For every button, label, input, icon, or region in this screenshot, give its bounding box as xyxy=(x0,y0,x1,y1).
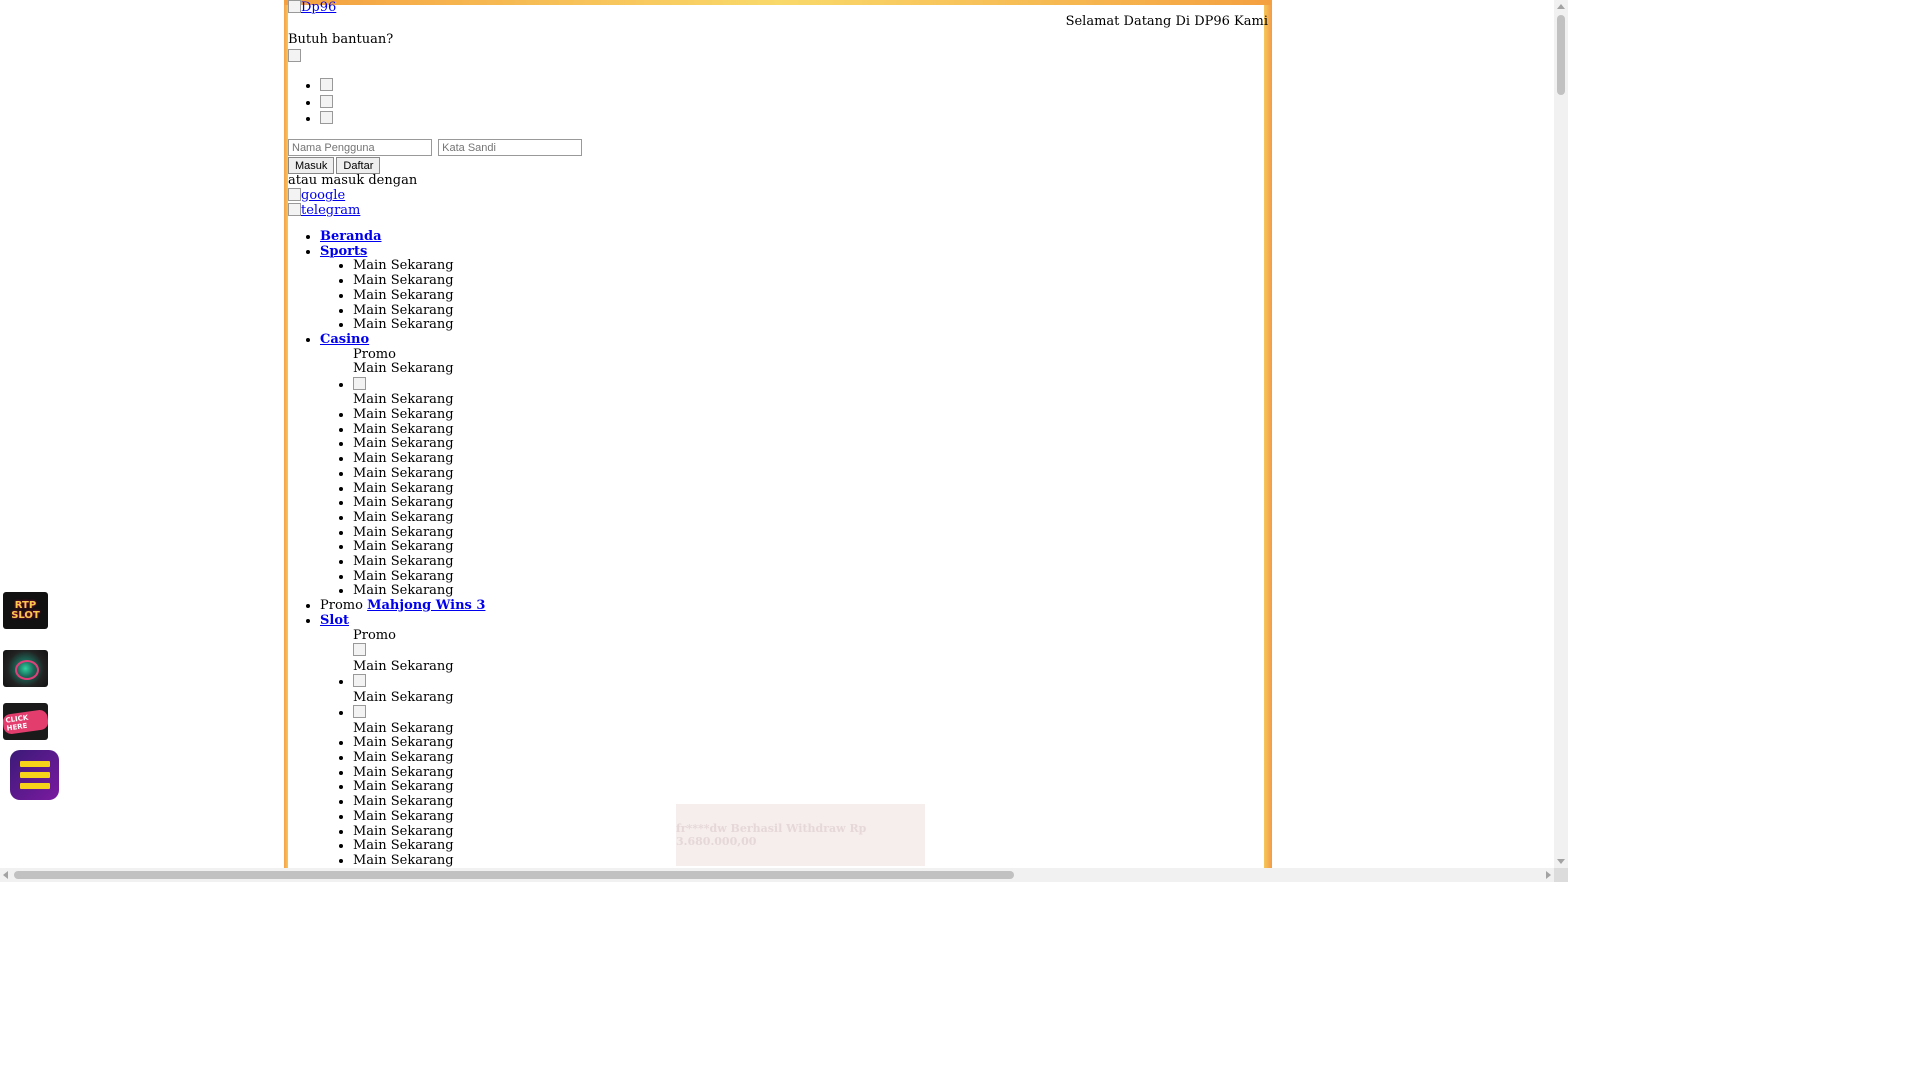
play-now-item[interactable]: Main Sekarang xyxy=(353,540,1260,555)
scroll-up-arrow-icon[interactable] xyxy=(1557,4,1565,9)
login-button[interactable]: Masuk xyxy=(288,157,335,174)
google-label: google xyxy=(301,188,346,203)
play-now-item[interactable]: Main Sekarang xyxy=(353,584,1260,599)
social-item[interactable] xyxy=(320,111,333,128)
play-now-item[interactable]: Main Sekarang xyxy=(353,569,1260,585)
promo-label: Promo xyxy=(353,627,396,643)
menu-item-casino: Casino Promo Main Sekarang Main Sekarang… xyxy=(320,332,1260,600)
play-now-item[interactable]: Main Sekarang xyxy=(353,721,1260,737)
main-menu: Beranda Sports Main Sekarang Main Sekara… xyxy=(288,229,1260,869)
play-now-item[interactable]: Main Sekarang xyxy=(353,765,1260,781)
register-button[interactable]: Daftar xyxy=(336,157,381,174)
social-links xyxy=(320,78,333,128)
withdraw-notification: fr****dw Berhasil Withdraw Rp 3.680.000,… xyxy=(676,804,925,866)
social-item[interactable] xyxy=(320,78,333,95)
play-now-item[interactable]: Main Sekarang xyxy=(353,780,1260,795)
play-now-item[interactable]: Main Sekarang xyxy=(353,451,1260,467)
broken-image-icon xyxy=(320,111,333,124)
menu-item-beranda: Beranda xyxy=(320,229,1260,245)
telegram-label: telegram xyxy=(301,203,361,218)
sports-submenu: Main Sekarang Main Sekarang Main Sekaran… xyxy=(320,259,1260,333)
play-now-item[interactable]: Main Sekarang xyxy=(353,437,1260,452)
play-now-item[interactable]: Main Sekarang xyxy=(353,510,1260,526)
page-frame-top xyxy=(284,0,1272,5)
login-form xyxy=(288,139,584,156)
play-now-item[interactable]: Main Sekarang xyxy=(353,422,1260,438)
broken-image-icon xyxy=(353,377,366,391)
telegram-login-link[interactable]: telegram xyxy=(288,203,360,219)
telegram-icon xyxy=(288,203,301,216)
game-thumb-item[interactable] xyxy=(353,674,1260,690)
scroll-down-arrow-icon[interactable] xyxy=(1557,859,1565,864)
scrollbar-corner xyxy=(1554,868,1568,882)
scroll-left-arrow-icon[interactable] xyxy=(3,871,8,879)
promo-label: Promo xyxy=(353,346,396,362)
horizontal-scrollbar[interactable] xyxy=(0,868,1554,882)
rtp-slot-icon[interactable]: RTP SLOT xyxy=(3,592,48,629)
help-image xyxy=(288,49,301,65)
casino-submenu: Promo Main Sekarang Main Sekarang Main S… xyxy=(320,346,1260,600)
click-here-label: CLICK HERE xyxy=(3,708,48,735)
horizontal-scroll-thumb[interactable] xyxy=(14,871,1014,879)
play-now-item[interactable]: Main Sekarang xyxy=(353,690,1260,706)
play-now-item[interactable]: Main Sekarang xyxy=(353,393,1260,408)
google-login-link[interactable]: google xyxy=(288,188,345,204)
play-now-item[interactable]: Main Sekarang xyxy=(353,659,1260,675)
menu-item-sports: Sports Main Sekarang Main Sekarang Main … xyxy=(320,244,1260,333)
broken-image-icon xyxy=(288,0,301,13)
google-icon xyxy=(288,188,301,201)
password-input[interactable] xyxy=(438,139,583,156)
play-now-item[interactable]: Main Sekarang xyxy=(353,362,1260,377)
broken-image-icon xyxy=(353,674,366,688)
menu-item-promo: Promo Mahjong Wins 3 xyxy=(320,598,1260,614)
vertical-scrollbar[interactable] xyxy=(1554,0,1568,868)
play-now-item[interactable]: Main Sekarang xyxy=(353,525,1260,541)
rtp-label: RTP xyxy=(14,599,37,611)
menu-link-beranda[interactable]: Beranda xyxy=(320,229,382,244)
promo-text: Promo xyxy=(320,598,363,614)
withdraw-message: fr****dw Berhasil Withdraw Rp 3.680.000,… xyxy=(676,822,867,848)
login-buttons: Masuk Daftar xyxy=(288,157,382,174)
play-now-item[interactable]: Main Sekarang xyxy=(353,259,1260,274)
menu-link-slot[interactable]: Slot xyxy=(320,613,349,628)
play-now-item[interactable]: Main Sekarang xyxy=(353,303,1260,319)
logo-alt-text: Dp96 xyxy=(301,0,337,15)
menu-link-casino[interactable]: Casino xyxy=(320,332,369,347)
click-here-icon[interactable]: CLICK HERE xyxy=(3,703,48,740)
broken-image-icon xyxy=(320,78,333,91)
logo-link[interactable]: Dp96 xyxy=(288,0,336,16)
menu-link-sports[interactable]: Sports xyxy=(320,244,367,259)
mahjong-wins-link[interactable]: Mahjong Wins 3 xyxy=(367,598,485,613)
slot-label: SLOT xyxy=(11,609,40,621)
menu-toggle-icon[interactable] xyxy=(10,750,59,800)
play-now-item[interactable]: Main Sekarang xyxy=(353,318,1260,333)
alt-login-text: atau masuk dengan xyxy=(288,173,418,188)
scroll-right-arrow-icon[interactable] xyxy=(1546,871,1551,879)
play-now-item[interactable]: Main Sekarang xyxy=(353,554,1260,570)
play-now-item[interactable]: Main Sekarang xyxy=(353,407,1260,423)
play-now-item[interactable]: Main Sekarang xyxy=(353,273,1260,289)
game-thumb-item[interactable] xyxy=(353,705,1260,721)
live-game-icon[interactable] xyxy=(3,650,48,687)
broken-image-icon xyxy=(353,643,366,657)
play-now-item[interactable]: Main Sekarang xyxy=(353,750,1260,766)
broken-image-icon xyxy=(320,94,333,108)
game-thumb-item[interactable] xyxy=(353,377,1260,393)
broken-image-icon xyxy=(353,705,366,719)
welcome-text: Selamat Datang Di DP96 Kami xyxy=(1065,14,1268,29)
social-item[interactable] xyxy=(320,94,333,112)
play-now-item[interactable]: Main Sekarang xyxy=(353,481,1260,497)
play-now-item[interactable]: Main Sekarang xyxy=(353,288,1260,304)
broken-image-icon xyxy=(288,49,301,62)
help-text: Butuh bantuan? xyxy=(288,32,394,47)
username-input[interactable] xyxy=(288,139,432,156)
game-thumb-item[interactable] xyxy=(353,643,1260,659)
play-now-item[interactable]: Main Sekarang xyxy=(353,736,1260,751)
play-now-item[interactable]: Main Sekarang xyxy=(353,466,1260,482)
play-now-item[interactable]: Main Sekarang xyxy=(353,496,1260,511)
vertical-scroll-thumb[interactable] xyxy=(1557,15,1565,95)
